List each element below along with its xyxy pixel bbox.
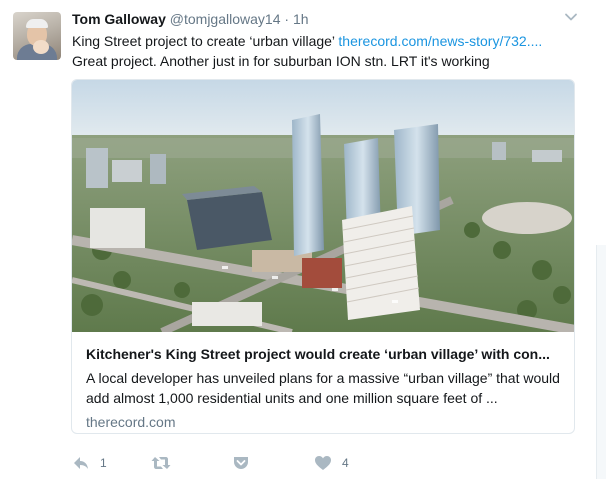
tweet-header: Tom Galloway @tomjgalloway14 · 1h bbox=[72, 10, 309, 28]
author-name[interactable]: Tom Galloway bbox=[72, 11, 166, 27]
avatar[interactable] bbox=[13, 12, 61, 60]
tweet-text: King Street project to create ‘urban vil… bbox=[72, 31, 572, 71]
card-description: A local developer has unveiled plans for… bbox=[86, 370, 560, 406]
retweet-icon bbox=[151, 457, 171, 469]
tweet-link[interactable]: therecord.com/news-story/732.... bbox=[338, 33, 542, 49]
city-rendering-image bbox=[72, 80, 574, 332]
retweet-button[interactable] bbox=[150, 452, 182, 474]
reply-button[interactable]: 1 bbox=[72, 452, 107, 474]
pocket-icon bbox=[234, 457, 248, 469]
card-title[interactable]: Kitchener's King Street project would cr… bbox=[86, 344, 562, 364]
timeline-divider bbox=[596, 245, 606, 479]
reply-count: 1 bbox=[100, 456, 107, 470]
heart-icon bbox=[315, 456, 331, 470]
tweet-actions: 1 4 bbox=[72, 452, 492, 474]
like-button[interactable]: 4 bbox=[314, 452, 349, 474]
separator-dot: · bbox=[284, 11, 290, 27]
tweet[interactable]: Tom Galloway @tomjgalloway14 · 1h King S… bbox=[0, 0, 606, 479]
like-count: 4 bbox=[342, 456, 349, 470]
card-domain: therecord.com bbox=[86, 414, 176, 430]
link-card[interactable]: Kitchener's King Street project would cr… bbox=[71, 79, 575, 434]
author-handle[interactable]: @tomjgalloway14 bbox=[170, 11, 281, 27]
tweet-text-line2: Great project. Another just in for subur… bbox=[72, 53, 490, 69]
chevron-down-icon[interactable] bbox=[564, 10, 578, 24]
save-button[interactable] bbox=[232, 452, 250, 474]
timestamp[interactable]: 1h bbox=[293, 11, 309, 27]
tweet-text-line1: King Street project to create ‘urban vil… bbox=[72, 33, 339, 49]
reply-icon bbox=[74, 457, 88, 469]
